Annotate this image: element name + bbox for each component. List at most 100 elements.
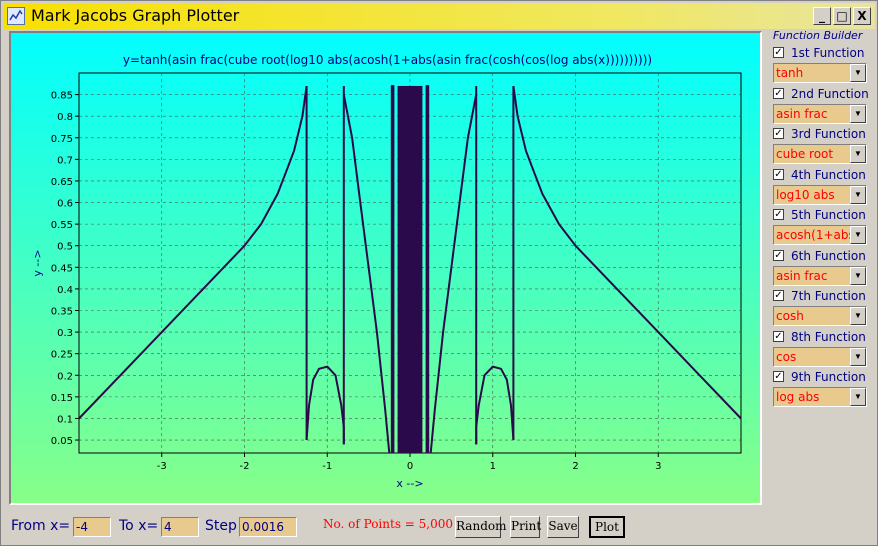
function-checkbox[interactable]: ✓ (773, 249, 784, 261)
points-count: No. of Points = 5,000 (323, 517, 454, 531)
function-select-9[interactable]: log abs ▼ (773, 387, 867, 407)
series-line-3 (305, 365, 345, 445)
function-checkbox[interactable]: ✓ (773, 371, 784, 382)
function-select-2[interactable]: asin frac ▼ (773, 103, 867, 124)
function-row-6: ✓ 6th Function (773, 248, 873, 266)
title-bar[interactable]: Mark Jacobs Graph Plotter _ □ X (3, 3, 875, 29)
y-tick-label: 0.5 (57, 242, 73, 253)
y-tick-label: 0.8 (57, 112, 73, 123)
close-button[interactable]: X (853, 7, 871, 25)
y-tick-label: 0.3 (57, 328, 73, 339)
function-select-value: asin frac (776, 106, 828, 121)
chevron-down-icon[interactable]: ▼ (850, 266, 866, 285)
function-select-3[interactable]: cube root ▼ (773, 144, 867, 164)
x-tick-label: 2 (572, 461, 578, 472)
function-select-1[interactable]: tanh ▼ (773, 63, 867, 83)
function-checkbox[interactable]: ✓ (773, 168, 784, 180)
chevron-down-icon[interactable]: ▼ (850, 226, 866, 244)
function-checkbox[interactable]: ✓ (773, 47, 784, 58)
series-line-1 (78, 85, 308, 420)
function-checkbox[interactable]: ✓ (773, 290, 784, 301)
function-checkbox[interactable]: ✓ (773, 330, 784, 342)
x-tick-label: 1 (490, 461, 496, 472)
step-label: Step (205, 518, 237, 534)
function-row-9: ✓ 9th Function (773, 369, 873, 387)
to-label: To x= (119, 518, 159, 534)
chevron-down-icon[interactable]: ▼ (850, 388, 866, 406)
function-builder-panel: Function Builder ✓ 1st Function tanh ▼ ✓ 2nd … (769, 29, 873, 507)
x-tick-label: -2 (240, 461, 250, 472)
function-select-5[interactable]: acosh(1+abs ▼ (773, 225, 867, 245)
function-label: 4th Function (791, 167, 866, 182)
function-row-8: ✓ 8th Function (773, 329, 873, 347)
function-select-value: log abs (776, 390, 820, 404)
from-input[interactable]: -4 (73, 517, 111, 537)
function-select-value: tanh (776, 66, 804, 80)
maximize-button[interactable]: □ (833, 7, 851, 25)
function-row-7: ✓ 7th Function (773, 288, 873, 306)
function-select-6[interactable]: asin frac ▼ (773, 265, 867, 286)
chevron-down-icon[interactable]: ▼ (850, 104, 866, 123)
step-input[interactable]: 0.0016 (239, 517, 297, 537)
function-label: 5th Function (791, 208, 866, 222)
function-select-8[interactable]: cos ▼ (773, 346, 867, 367)
chevron-down-icon[interactable]: ▼ (850, 64, 866, 82)
y-tick-label: 0.1 (57, 414, 73, 425)
plot-button[interactable]: Plot (589, 516, 625, 538)
function-checkbox[interactable]: ✓ (773, 128, 784, 139)
y-tick-label: 0.2 (57, 371, 73, 382)
function-label: 9th Function (791, 370, 866, 384)
series-line-12 (512, 85, 742, 420)
function-row-2: ✓ 2nd Function (773, 86, 873, 104)
print-button[interactable]: Print (510, 516, 541, 538)
window-title: Mark Jacobs Graph Plotter (31, 6, 240, 25)
chevron-down-icon[interactable]: ▼ (850, 145, 866, 163)
y-tick-label: 0.15 (51, 393, 73, 404)
x-tick-label: 0 (407, 461, 413, 472)
x-tick-label: 3 (655, 461, 661, 472)
series-line-5 (342, 94, 391, 454)
minimize-button[interactable]: _ (813, 7, 831, 25)
function-select-4[interactable]: log10 abs ▼ (773, 184, 867, 205)
y-tick-label: 0.65 (51, 177, 73, 188)
series-line-8 (429, 94, 478, 454)
series-line-7 (425, 85, 430, 453)
function-row-1: ✓ 1st Function (773, 45, 873, 63)
function-select-7[interactable]: cosh ▼ (773, 306, 867, 326)
function-builder-title: Function Builder (773, 29, 863, 42)
to-input[interactable]: 4 (161, 517, 199, 537)
y-tick-label: 0.45 (51, 263, 73, 274)
series-line-6 (390, 85, 395, 453)
function-select-value: acosh(1+abs (776, 228, 850, 242)
chevron-down-icon[interactable]: ▼ (850, 307, 866, 325)
x-axis-label: x --> (396, 477, 423, 490)
chevron-down-icon[interactable]: ▼ (850, 347, 866, 366)
x-tick-label: -1 (322, 461, 332, 472)
function-label: 8th Function (791, 329, 866, 344)
function-select-value: asin frac (776, 268, 828, 283)
save-button[interactable]: Save (547, 516, 579, 538)
function-row-3: ✓ 3rd Function (773, 126, 873, 144)
function-checkbox[interactable]: ✓ (773, 87, 784, 99)
function-select-value: cube root (776, 147, 834, 161)
x-tick-label: -3 (157, 461, 167, 472)
function-label: 1st Function (791, 46, 865, 60)
function-label: 2nd Function (791, 86, 869, 101)
chevron-down-icon[interactable]: ▼ (850, 185, 866, 204)
app-window: Mark Jacobs Graph Plotter _ □ X y=tanh(a… (0, 0, 878, 546)
y-axis-label: y --> (31, 249, 44, 276)
function-row-5: ✓ 5th Function (773, 207, 873, 225)
y-tick-label: 0.85 (51, 91, 73, 102)
dense-oscillation-band (397, 85, 423, 454)
from-label: From x= (11, 518, 71, 534)
y-tick-label: 0.55 (51, 220, 73, 231)
function-label: 7th Function (791, 289, 866, 303)
y-tick-label: 0.75 (51, 134, 73, 145)
function-checkbox[interactable]: ✓ (773, 209, 784, 220)
graph-app-icon (7, 7, 25, 25)
plot-panel: y=tanh(asin frac(cube root(log10 abs(aco… (9, 31, 762, 505)
function-row-4: ✓ 4th Function (773, 167, 873, 185)
range-bar: From x= -4 To x= 4 Step 0.0016 No. of Po… (3, 509, 877, 545)
random-button[interactable]: Random (455, 516, 506, 538)
function-label: 6th Function (791, 248, 866, 263)
